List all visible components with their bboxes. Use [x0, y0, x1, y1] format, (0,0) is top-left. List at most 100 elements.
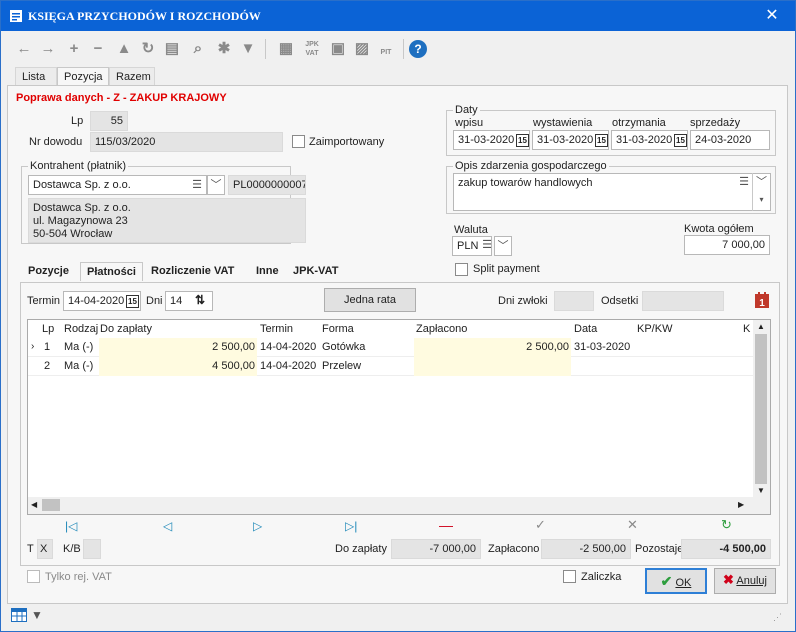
table-view-icon[interactable]	[11, 608, 27, 622]
zaplacono-total: -2 500,00	[541, 539, 631, 559]
ok-button[interactable]: ✔ OK	[645, 568, 707, 594]
date-wystawienia-value: 31-03-2020	[537, 134, 594, 146]
filter-settings-icon[interactable]: ▼	[31, 608, 43, 622]
calendar-icon[interactable]: 15	[126, 295, 139, 308]
plus-icon[interactable]: +	[63, 38, 85, 60]
search-icon[interactable]: ⌕	[187, 38, 209, 60]
horizontal-scrollbar[interactable]: ◀ ▶	[28, 497, 753, 514]
filter-icon[interactable]: ▼	[237, 38, 259, 60]
tab-razem[interactable]: Razem	[109, 67, 155, 86]
opis-list-icon[interactable]: ☰	[735, 173, 753, 193]
previous-record-icon[interactable]: ◁	[163, 519, 172, 533]
calendar-red-icon[interactable]: 1	[755, 292, 769, 308]
tab-pozycja[interactable]: Pozycja	[57, 67, 109, 87]
nr-dowodu-field[interactable]: 115/03/2020	[90, 132, 283, 152]
scroll-right-icon[interactable]: ▶	[738, 500, 744, 509]
scroll-down-icon[interactable]: ▼	[757, 486, 765, 495]
col-lp: Lp	[42, 323, 55, 335]
kontrahent-dropdown-icon[interactable]: ﹀	[207, 175, 225, 195]
pit-icon[interactable]: PIT	[375, 38, 397, 60]
cell-rodzaj: Ma (-)	[64, 360, 94, 372]
kwota-field[interactable]: 7 000,00	[684, 235, 770, 255]
settings-icon[interactable]: ✱	[213, 38, 235, 60]
tab-jpk-vat[interactable]: JPK-VAT	[287, 262, 344, 281]
scroll-up-icon[interactable]: ▲	[757, 322, 765, 331]
cell-lp: 1	[44, 341, 51, 353]
refresh-icon[interactable]: ↻	[137, 38, 159, 60]
col-termin: Termin	[260, 323, 294, 335]
col-rodzaj: Rodzaj	[64, 323, 99, 335]
opis-dropdown-icon[interactable]: ﹀	[752, 173, 770, 193]
payments-grid: Lp Rodzaj Do zapłaty Termin Forma Zapłac…	[27, 319, 771, 515]
warning-triangle-icon[interactable]: ▲	[113, 38, 135, 60]
kontrahent-field[interactable]: Dostawca Sp. z o.o. ☰	[28, 175, 207, 195]
tab-rozliczenie-vat[interactable]: Rozliczenie VAT	[145, 262, 240, 281]
arrow-left-icon[interactable]: ←	[13, 38, 35, 60]
toolbar-separator	[265, 39, 266, 59]
report-icon[interactable]: ▦	[275, 38, 297, 60]
dni-field[interactable]: 14	[165, 291, 213, 311]
calendar-icon[interactable]: 15	[516, 134, 529, 147]
split-payment-checkbox[interactable]	[455, 263, 468, 276]
calendar-icon[interactable]: 15	[595, 134, 608, 147]
next-record-icon[interactable]: ▷	[253, 519, 262, 533]
print-icon[interactable]: ▤	[161, 38, 183, 60]
cell-zaplacono[interactable]: 2 500,00	[414, 338, 571, 357]
import-icon[interactable]: ▨	[351, 38, 373, 60]
cell-do-zaplaty[interactable]: 2 500,00	[99, 338, 257, 357]
vertical-scrollbar[interactable]: ▲ ▼	[753, 320, 770, 514]
export-icon[interactable]: ▣	[327, 38, 349, 60]
refresh-record-icon[interactable]: ↻	[721, 517, 732, 533]
tab-pozycje[interactable]: Pozycje	[22, 262, 75, 281]
nip-field: PL0000000007	[228, 175, 306, 195]
zaplacono-label: Zapłacono	[488, 543, 540, 555]
jedna-rata-button[interactable]: Jedna rata	[324, 288, 416, 312]
odsetki-label: Odsetki	[601, 295, 639, 307]
first-record-icon[interactable]: |◁	[65, 519, 77, 533]
zaliczka-label: Zaliczka	[581, 571, 622, 583]
table-row[interactable]: › 1 Ma (-) 2 500,00 14-04-2020 Gotówka 2…	[28, 338, 753, 357]
calendar-icon[interactable]: 15	[674, 134, 687, 147]
kontrahent-list-icon[interactable]: ☰	[188, 176, 206, 194]
resize-grip-icon[interactable]: ⋰	[773, 612, 782, 623]
minus-icon[interactable]: −	[87, 38, 109, 60]
anuluj-button[interactable]: ✖ Anuluj	[714, 568, 776, 594]
col-kpkw: KP/KW	[637, 323, 673, 335]
jpk-vat-icon[interactable]: JPK VAT	[301, 38, 323, 60]
cell-do-zaplaty[interactable]: 4 500,00	[99, 357, 257, 376]
delete-record-icon[interactable]: —	[439, 517, 453, 533]
address-line: ul. Magazynowa 23	[33, 215, 128, 227]
opis-value: zakup towarów handlowych	[458, 177, 593, 189]
close-icon[interactable]: ✕	[749, 1, 795, 31]
arrow-right-icon[interactable]: →	[37, 38, 59, 60]
wpisu-label: wpisu	[455, 117, 484, 129]
tab-platnosci[interactable]: Płatności	[80, 262, 143, 281]
table-row[interactable]: 2 Ma (-) 4 500,00 14-04-2020 Przelew	[28, 357, 753, 376]
zaliczka-checkbox[interactable]	[563, 570, 576, 583]
pozostaje-label: Pozostaje	[635, 543, 684, 555]
scroll-thumb[interactable]	[42, 499, 60, 511]
tab-inne[interactable]: Inne	[250, 262, 285, 281]
confirm-record-icon[interactable]: ✓	[535, 517, 546, 533]
scroll-thumb[interactable]	[755, 334, 767, 484]
tab-lista[interactable]: Lista	[15, 67, 57, 86]
kb-label: K/B	[63, 543, 81, 555]
check-icon: ✔	[660, 573, 673, 589]
waluta-dropdown-icon[interactable]: ﹀	[494, 236, 512, 256]
opis-field[interactable]: zakup towarów handlowych	[453, 173, 771, 211]
date-sprzedazy-value: 24-03-2020	[695, 134, 752, 146]
zaimportowany-checkbox[interactable]	[292, 135, 305, 148]
help-icon[interactable]: ?	[409, 40, 427, 58]
opis-scroll-icon[interactable]: ▾	[752, 191, 770, 211]
toolbar: ← → + − ▲ ↻ ▤ ⌕ ✱ ▼ ▦ JPK VAT ▣ ▨ PIT ?	[1, 31, 795, 65]
last-record-icon[interactable]: ▷|	[345, 519, 357, 533]
daty-group: Daty wpisu wystawienia otrzymania sprzed…	[446, 104, 776, 156]
date-sprzedazy-field[interactable]: 24-03-2020	[690, 130, 770, 150]
wystawienia-label: wystawienia	[533, 117, 593, 129]
cancel-x-icon: ✖	[723, 572, 734, 587]
sort-days-icon[interactable]: ⇅	[195, 293, 205, 307]
cancel-record-icon[interactable]: ✕	[627, 517, 638, 533]
scroll-left-icon[interactable]: ◀	[31, 500, 37, 509]
dni-zwloki-label: Dni zwłoki	[498, 295, 548, 307]
cell-zaplacono[interactable]	[414, 357, 571, 376]
